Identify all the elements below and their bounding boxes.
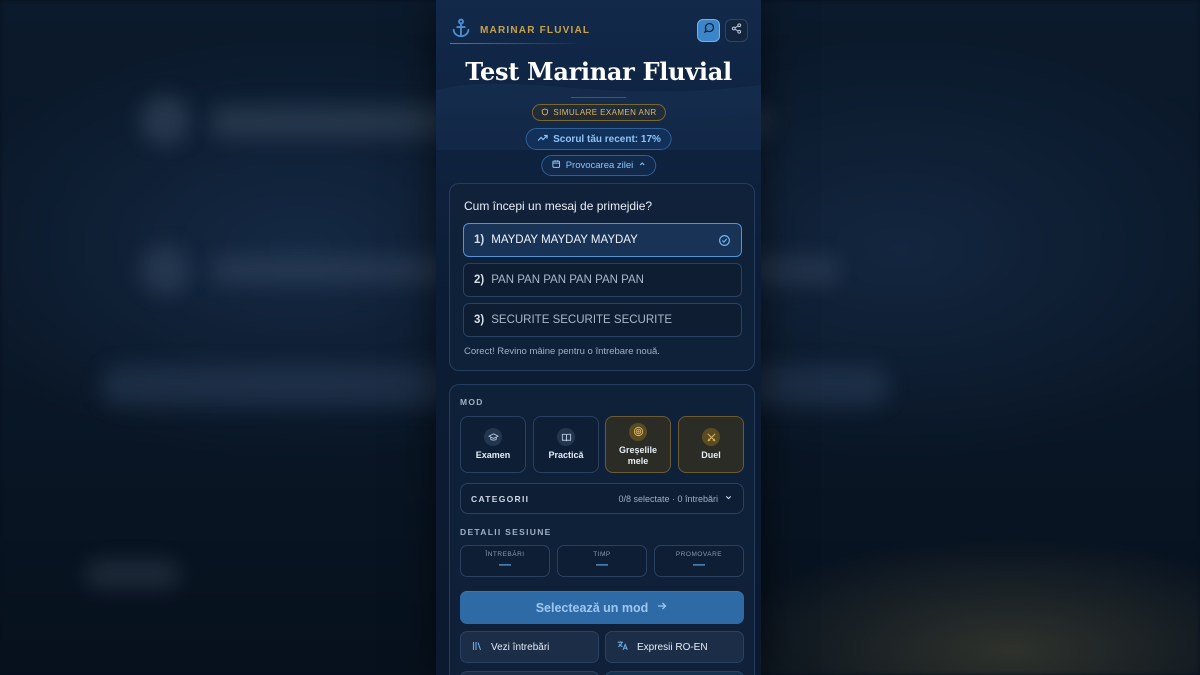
mode-label: Duel [701, 450, 721, 460]
brand-name: MARINAR FLUVIAL [480, 24, 591, 36]
chevron-down-icon [724, 493, 733, 504]
book-icon [557, 428, 575, 446]
mode-duel-button[interactable]: Duel [678, 416, 744, 473]
mode-section-label: MOD [460, 397, 484, 407]
phrases-label: Expresii RO-EN [637, 641, 708, 653]
view-questions-button[interactable]: Vezi întrebări [460, 631, 599, 663]
option-number: 1) [474, 234, 485, 246]
recent-score-badge[interactable]: Scorul tău recent: 17% [525, 128, 672, 150]
app-column: MARINAR FLUVIAL Test Marinar Fluvial SIM… [436, 0, 761, 675]
extra-action-button[interactable] [605, 671, 744, 675]
top-bar: MARINAR FLUVIAL [450, 16, 748, 44]
mode-label: Examen [475, 450, 511, 460]
answer-feedback: Corect! Revino mâine pentru o întrebare … [464, 346, 660, 357]
mode-label: Greșelile mele [618, 444, 658, 466]
mode-label: Practică [548, 450, 584, 460]
exam-badge-label: SIMULARE EXAMEN ANR [553, 108, 657, 117]
stat-value: — [596, 557, 608, 571]
title-divider [571, 97, 626, 98]
option-text: PAN PAN PAN PAN PAN PAN [491, 274, 644, 286]
background-blur-shape [140, 95, 190, 145]
stat-value: — [693, 557, 705, 571]
question-text: Cum începi un mesaj de primejdie? [464, 199, 653, 213]
option-number: 3) [474, 314, 485, 326]
chat-button[interactable] [697, 18, 720, 42]
daily-challenge-label: Provocarea zilei [565, 160, 634, 171]
crossed-swords-icon [702, 428, 720, 446]
chat-bubble-icon [703, 21, 715, 39]
library-icon [471, 640, 483, 655]
trending-up-icon [536, 132, 548, 147]
daily-challenge-toggle[interactable]: Provocarea zilei [540, 155, 657, 176]
background-blur-shape [140, 245, 190, 295]
anchor-icon [450, 17, 472, 44]
view-questions-label: Vezi întrebări [491, 641, 550, 653]
categories-label: CATEGORII [471, 493, 530, 504]
stat-time: TIMP — [557, 545, 647, 577]
background-blur-shape [85, 560, 180, 588]
select-mode-label: Selectează un mod [535, 600, 649, 615]
mode-mistakes-button[interactable]: Greșelile mele [605, 416, 671, 473]
mode-practice-button[interactable]: Practică [533, 416, 599, 473]
answer-option-3[interactable]: 3) SECURITE SECURITE SECURITE [463, 303, 742, 337]
mode-card: MOD Examen Practică Greșelile mele Duel [449, 384, 755, 675]
shield-icon [540, 108, 548, 118]
option-text: SECURITE SECURITE SECURITE [491, 314, 673, 326]
option-text: MAYDAY MAYDAY MAYDAY [491, 234, 638, 246]
categories-count: 0/8 selectate · 0 întrebări [618, 493, 718, 504]
select-mode-button[interactable]: Selectează un mod [460, 591, 744, 624]
target-icon [629, 422, 647, 441]
stat-questions: ÎNTREBĂRI — [460, 545, 550, 577]
categories-dropdown[interactable]: CATEGORII 0/8 selectate · 0 întrebări [460, 483, 744, 514]
check-circle-icon [718, 234, 731, 250]
chevron-up-icon [638, 160, 646, 171]
stat-value: — [499, 557, 511, 571]
share-button[interactable] [725, 18, 748, 42]
mode-exam-button[interactable]: Examen [460, 416, 526, 473]
session-details-label: DETALII SESIUNE [460, 527, 552, 537]
option-number: 2) [474, 274, 485, 286]
answer-option-2[interactable]: 2) PAN PAN PAN PAN PAN PAN [463, 263, 742, 297]
phrases-button[interactable]: Expresii RO-EN [605, 631, 744, 663]
page-title: Test Marinar Fluvial [465, 57, 732, 86]
exam-badge: SIMULARE EXAMEN ANR [531, 104, 666, 121]
graduation-cap-icon [484, 428, 502, 446]
categories-summary: 0/8 selectate · 0 întrebări [618, 493, 733, 504]
brand-underline [450, 43, 576, 44]
top-actions [697, 18, 748, 42]
extra-action-button[interactable] [460, 671, 599, 675]
answer-option-1[interactable]: 1) MAYDAY MAYDAY MAYDAY [463, 223, 742, 257]
recent-score-label: Scorul tău recent: 17% [553, 133, 661, 145]
daily-question-card: Cum începi un mesaj de primejdie? 1) MAY… [449, 183, 755, 371]
arrow-right-icon [656, 600, 668, 615]
brand[interactable]: MARINAR FLUVIAL [450, 17, 590, 44]
calendar-icon [551, 159, 561, 172]
share-icon [731, 21, 742, 39]
translate-icon [616, 639, 629, 655]
stat-pass: PROMOVARE — [654, 545, 744, 577]
